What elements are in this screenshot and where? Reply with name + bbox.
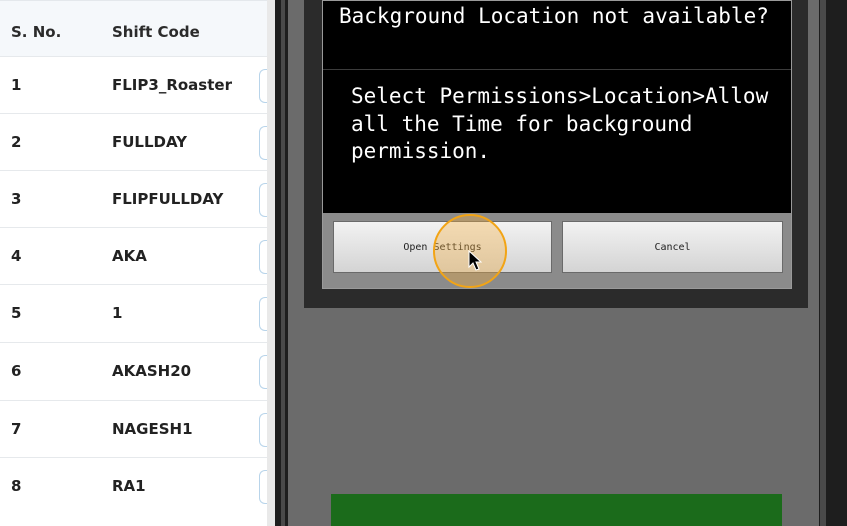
mouse-cursor-icon <box>468 250 482 271</box>
dialog-message: Select Permissions>Location>Allow all th… <box>351 84 769 163</box>
row-sno: 2 <box>11 133 22 151</box>
table-row[interactable]: 2 FULLDAY <box>0 113 267 170</box>
row-action-button[interactable] <box>259 355 267 389</box>
green-action-bar[interactable] <box>331 494 782 526</box>
row-sno: 7 <box>11 420 22 438</box>
dialog-divider <box>323 69 791 70</box>
table-row[interactable]: 4 AKA <box>0 227 267 284</box>
table-row[interactable]: 6 AKASH20 <box>0 342 267 399</box>
row-shift-code: FLIPFULLDAY <box>112 190 224 208</box>
dialog-title: Background Location not available? <box>339 4 769 28</box>
row-sno: 4 <box>11 247 22 265</box>
row-sno: 3 <box>11 190 22 208</box>
table-header: S. No. Shift Code <box>0 0 267 56</box>
row-action-button[interactable] <box>259 69 267 103</box>
row-shift-code: 1 <box>112 304 123 322</box>
row-shift-code: RA1 <box>112 477 146 495</box>
row-shift-code: AKASH20 <box>112 362 192 380</box>
header-shift-code: Shift Code <box>112 23 200 41</box>
row-action-button[interactable] <box>259 297 267 331</box>
cancel-button[interactable]: Cancel <box>562 221 783 273</box>
row-action-button[interactable] <box>259 183 267 217</box>
phone-bezel-left <box>281 0 285 526</box>
row-action-button[interactable] <box>259 413 267 447</box>
table-row[interactable]: 7 NAGESH1 <box>0 400 267 457</box>
table-row[interactable]: 5 1 <box>0 284 267 341</box>
shift-table: S. No. Shift Code 1 FLIP3_Roaster 2 FULL… <box>0 0 267 526</box>
panel-divider <box>267 0 275 526</box>
table-row[interactable]: 3 FLIPFULLDAY <box>0 170 267 227</box>
row-shift-code: AKA <box>112 247 147 265</box>
row-sno: 5 <box>11 304 22 322</box>
table-row[interactable]: 1 FLIP3_Roaster <box>0 56 267 113</box>
row-action-button[interactable] <box>259 470 267 504</box>
dialog-button-bar: Open Settings Cancel <box>323 213 791 288</box>
header-sno: S. No. <box>11 23 62 41</box>
row-shift-code: NAGESH1 <box>112 420 193 438</box>
row-sno: 1 <box>11 76 22 94</box>
table-row[interactable]: 8 RA1 <box>0 457 267 514</box>
row-action-button[interactable] <box>259 240 267 274</box>
row-sno: 8 <box>11 477 22 495</box>
row-shift-code: FULLDAY <box>112 133 188 151</box>
row-action-button[interactable] <box>259 126 267 160</box>
phone-bezel-right <box>820 0 826 526</box>
location-permission-dialog: Background Location not available? Selec… <box>322 0 792 289</box>
row-shift-code: FLIP3_Roaster <box>112 76 232 94</box>
row-sno: 6 <box>11 362 22 380</box>
